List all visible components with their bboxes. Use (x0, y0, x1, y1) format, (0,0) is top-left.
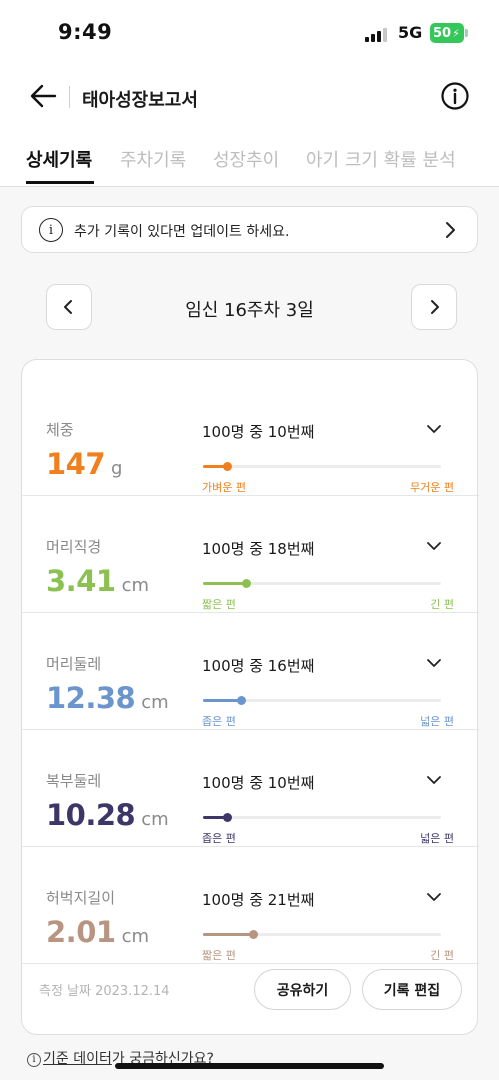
active-tab-indicator (26, 181, 94, 184)
metric-row-head-circumference[interactable]: 머리둘레 12.38 cm 100명 중 16번째 좁은 편 넓은 편 (22, 613, 479, 730)
signal-icon (365, 26, 391, 42)
tab-detail-record[interactable]: 상세기록 (26, 146, 92, 172)
metric-label: 머리둘레 (46, 655, 102, 673)
metric-unit: g (111, 458, 123, 479)
chevron-down-icon[interactable] (424, 419, 444, 439)
scale-min-label: 짧은 편 (202, 598, 236, 611)
metric-rank: 100명 중 16번째 (202, 657, 315, 675)
battery-level: 50 (433, 25, 452, 41)
metric-rank: 100명 중 10번째 (202, 774, 315, 792)
metric-row-head-diameter[interactable]: 머리직경 3.41 cm 100명 중 18번째 짧은 편 긴 편 (22, 496, 479, 613)
chevron-down-icon[interactable] (424, 653, 444, 673)
chevron-down-icon[interactable] (424, 536, 444, 556)
tab-size-probability[interactable]: 아기 크기 확률 분석 (306, 146, 456, 172)
percentile-track (203, 930, 441, 939)
chevron-down-icon[interactable] (424, 887, 444, 907)
scale-max-label: 넓은 편 (420, 715, 454, 728)
percentile-marker (222, 462, 232, 471)
header-divider (69, 86, 70, 108)
metric-row-femur-length[interactable]: 허벅지길이 2.01 cm 100명 중 21번째 짧은 편 긴 편 (22, 847, 479, 964)
metric-label: 허벅지길이 (46, 889, 116, 907)
arrow-left-icon (30, 84, 57, 108)
update-notice-banner[interactable]: i 추가 기록이 있다면 업데이트 하세요. (21, 206, 478, 253)
notice-text: 추가 기록이 있다면 업데이트 하세요. (74, 224, 290, 240)
metric-label: 복부둘레 (46, 772, 102, 790)
metric-number: 12.38 (46, 681, 136, 715)
measure-date: 측정 날짜 2023.12.14 (39, 984, 170, 999)
metric-rank: 100명 중 18번째 (202, 540, 315, 558)
reference-data-link[interactable]: 기준 데이터 (43, 1051, 112, 1067)
scale-max-label: 긴 편 (430, 598, 454, 611)
percentile-track (203, 813, 441, 822)
network-label: 5G (398, 23, 423, 42)
metric-value: 10.28 cm (46, 798, 169, 832)
next-week-button[interactable] (411, 284, 457, 330)
metric-value: 3.41 cm (46, 564, 149, 598)
percentile-marker (241, 579, 251, 588)
percentile-marker (222, 813, 232, 822)
metric-unit: cm (141, 692, 169, 713)
status-time: 9:49 (58, 20, 113, 44)
percentile-track (203, 462, 441, 471)
charging-icon: ⚡ (452, 26, 460, 40)
metric-row-abdominal-circumference[interactable]: 복부둘레 10.28 cm 100명 중 10번째 좁은 편 넓은 편 (22, 730, 479, 847)
metric-number: 2.01 (46, 915, 116, 949)
metric-unit: cm (141, 809, 169, 830)
percentile-track (203, 579, 441, 588)
metric-rank: 100명 중 10번째 (202, 423, 315, 441)
scale-min-label: 좁은 편 (202, 832, 236, 845)
metric-value: 147 g (46, 447, 122, 481)
info-icon: i (39, 218, 63, 242)
chevron-right-icon (446, 222, 455, 238)
info-icon (441, 82, 469, 110)
percentile-fill (203, 933, 253, 936)
metric-label: 체중 (46, 421, 74, 439)
battery-tip (465, 29, 468, 37)
percentile-fill (203, 699, 242, 702)
battery-icon: 50 ⚡ (430, 23, 464, 43)
tab-growth-trend[interactable]: 성장추이 (213, 146, 279, 172)
share-button[interactable]: 공유하기 (254, 969, 351, 1010)
scale-min-label: 좁은 편 (202, 715, 236, 728)
percentile-track (203, 696, 441, 705)
metric-unit: cm (121, 575, 149, 596)
metric-rank: 100명 중 21번째 (202, 891, 315, 909)
home-indicator (115, 1063, 384, 1069)
card-footer: 측정 날짜 2023.12.14 공유하기 기록 편집 (22, 948, 479, 1036)
metric-value: 12.38 cm (46, 681, 169, 715)
scale-min-label: 가벼운 편 (202, 481, 246, 494)
chevron-down-icon[interactable] (424, 770, 444, 790)
page-title: 태아성장보고서 (82, 90, 198, 111)
chevron-right-icon (431, 300, 439, 314)
metric-label: 머리직경 (46, 538, 102, 556)
metric-number: 147 (46, 447, 106, 481)
tab-weekly-record[interactable]: 주차기록 (120, 146, 186, 172)
scale-max-label: 넓은 편 (420, 832, 454, 845)
metric-number: 10.28 (46, 798, 136, 832)
scale-max-label: 무거운 편 (410, 481, 454, 494)
info-icon: i (27, 1053, 41, 1067)
percentile-marker (248, 930, 258, 939)
back-button[interactable] (28, 80, 60, 112)
metric-value: 2.01 cm (46, 915, 149, 949)
percentile-fill (203, 582, 246, 585)
metric-unit: cm (121, 926, 149, 947)
metric-number: 3.41 (46, 564, 116, 598)
info-button[interactable] (440, 81, 470, 111)
metric-row-weight[interactable]: 체중 147 g 100명 중 10번째 가벼운 편 무거운 편 (22, 379, 479, 496)
percentile-marker (237, 696, 247, 705)
growth-report-card: 체중 147 g 100명 중 10번째 가벼운 편 무거운 편 머리직경 3.4… (21, 359, 479, 1036)
edit-record-button[interactable]: 기록 편집 (362, 969, 462, 1010)
